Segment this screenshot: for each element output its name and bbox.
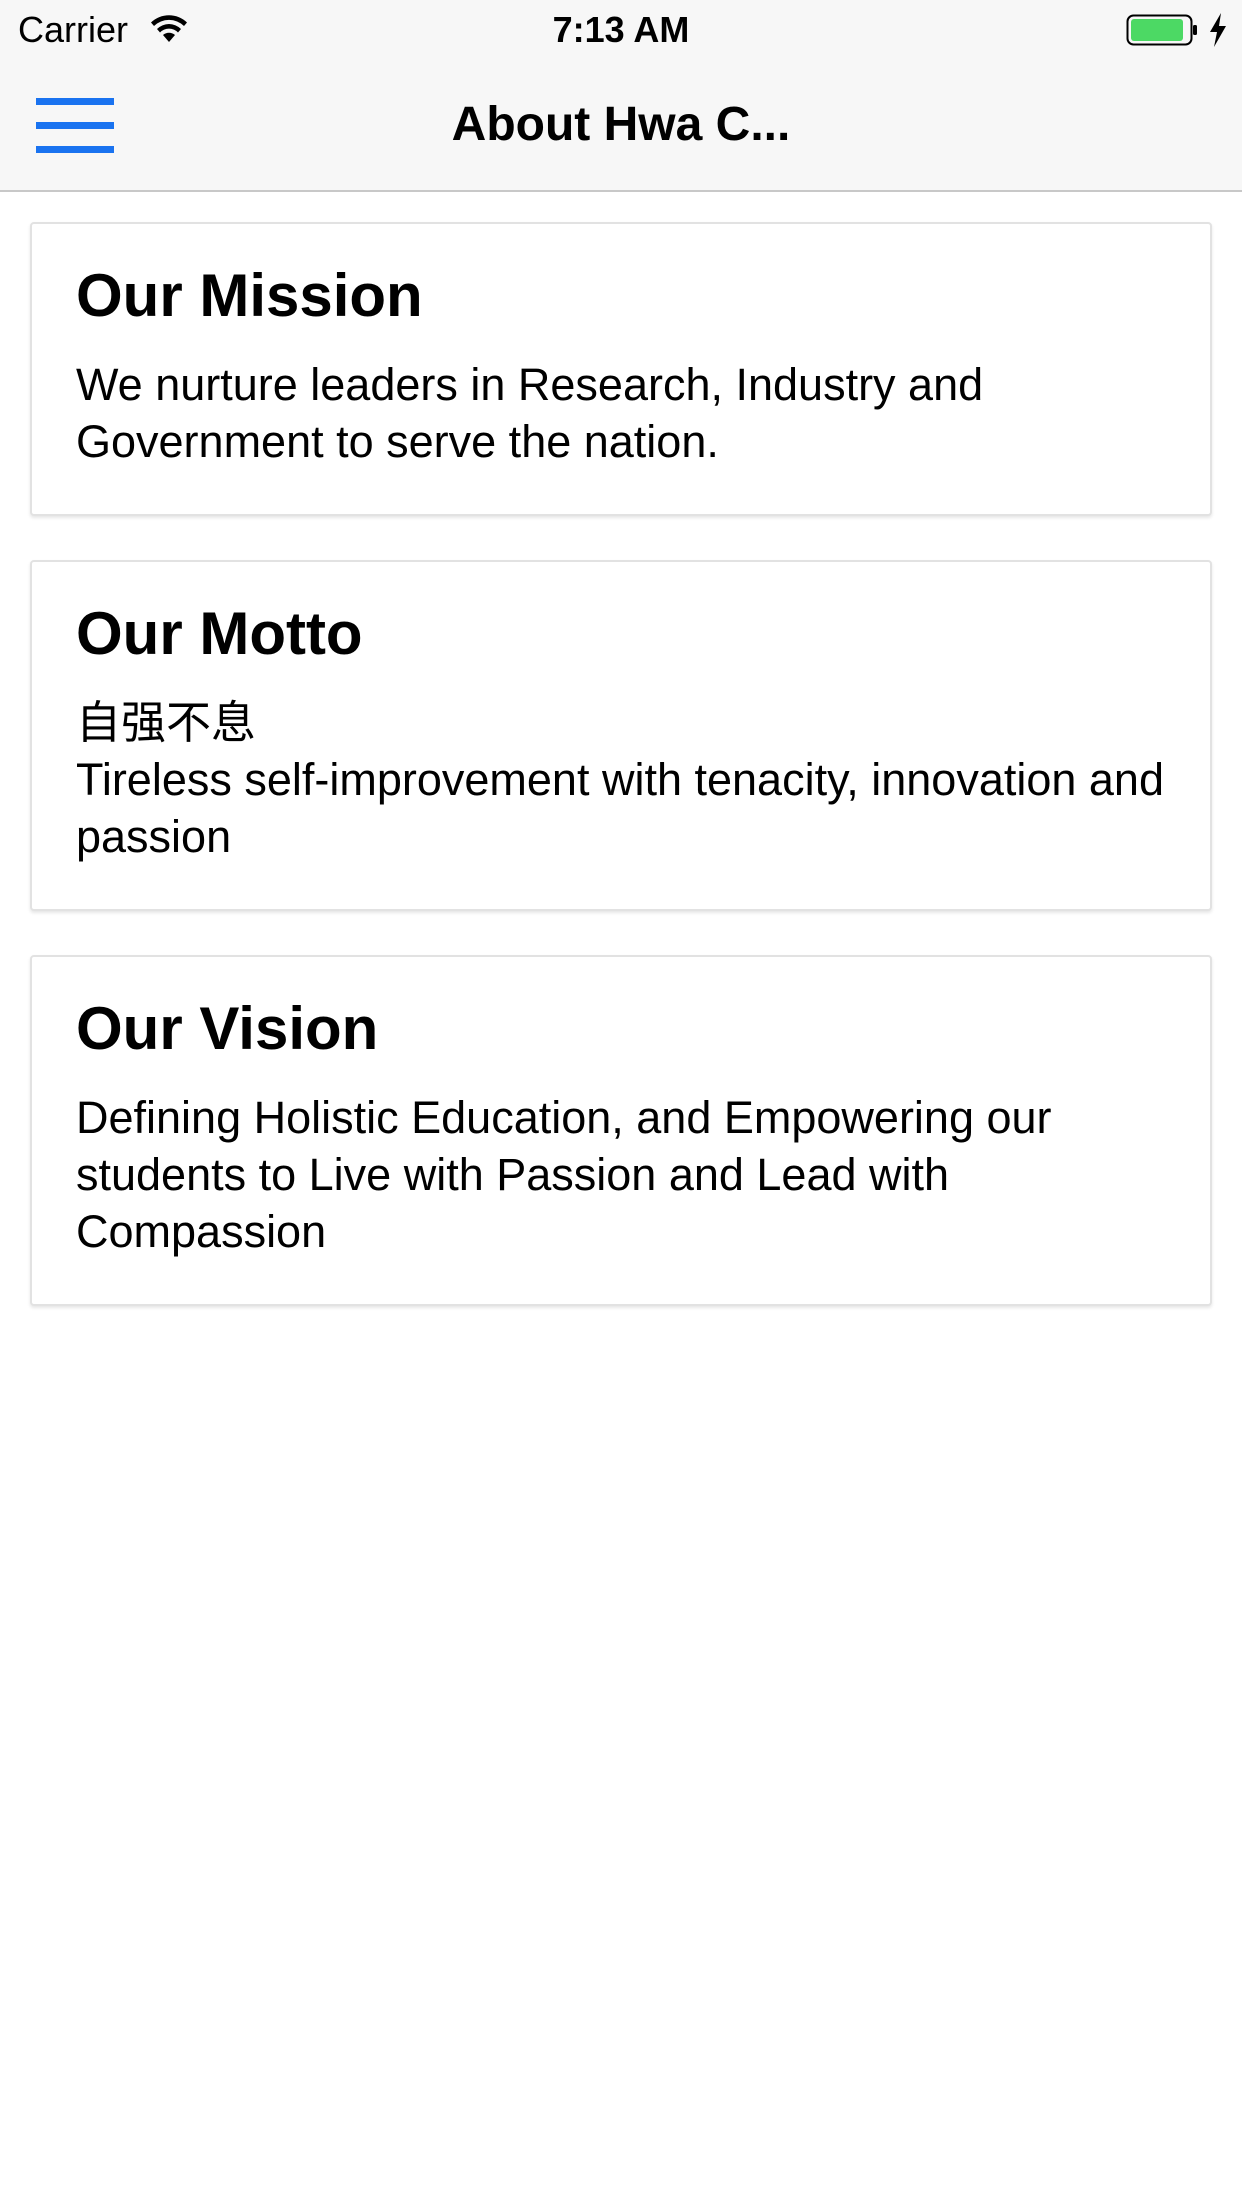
page-title: About Hwa C... xyxy=(451,98,791,151)
status-time: 7:13 AM xyxy=(552,9,690,50)
hamburger-menu-icon xyxy=(36,122,114,129)
vision-title: Our Vision xyxy=(76,995,379,1062)
mission-card: Our Mission We nurture leaders in Resear… xyxy=(30,222,1212,516)
vision-text: Defining Holistic Education, and Empower… xyxy=(76,1092,1052,1257)
battery-icon xyxy=(1126,14,1197,46)
navigation-bar: About Hwa C... xyxy=(0,60,1242,192)
status-bar: Carrier 7:13 AM xyxy=(0,0,1242,60)
mission-title: Our Mission xyxy=(76,262,423,329)
motto-text: 自强不息 Tireless self-improvement with tena… xyxy=(76,694,1166,865)
about-content: Our Mission We nurture leaders in Resear… xyxy=(30,222,1212,1350)
hamburger-menu-button[interactable] xyxy=(36,98,114,154)
hamburger-menu-icon xyxy=(36,146,114,153)
motto-title: Our Motto xyxy=(76,600,363,667)
motto-card: Our Motto 自强不息 Tireless self-improvement… xyxy=(30,560,1212,911)
motto-english-text: Tireless self-improvement with tenacity,… xyxy=(76,754,1164,862)
motto-chinese-text: 自强不息 xyxy=(76,697,257,748)
vision-card: Our Vision Defining Holistic Education, … xyxy=(30,955,1212,1306)
hamburger-menu-icon xyxy=(36,98,114,105)
charging-icon xyxy=(1210,13,1226,47)
mission-text: We nurture leaders in Research, Industry… xyxy=(76,359,984,467)
